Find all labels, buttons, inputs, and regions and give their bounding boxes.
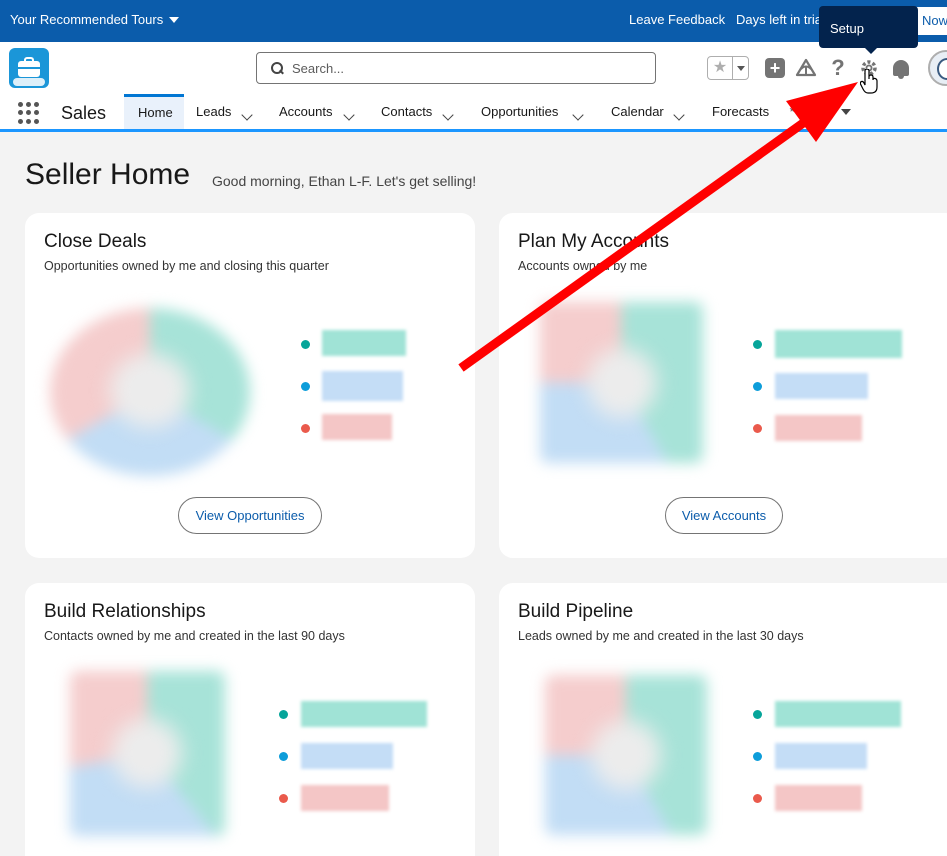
donut-hole xyxy=(587,348,657,418)
card-subtitle: Opportunities owned by me and closing th… xyxy=(44,259,329,273)
legend-bar-red xyxy=(322,414,392,440)
tab-more[interactable]: * More xyxy=(789,94,849,129)
search-icon xyxy=(271,62,283,74)
tab-opportunities-label: Opportunities xyxy=(481,104,559,119)
salesforce-logo[interactable] xyxy=(9,48,49,88)
notifications-button[interactable] xyxy=(889,56,913,80)
trial-days-text: Days left in trial xyxy=(736,12,825,27)
opportunities-chevron-down-icon[interactable] xyxy=(572,107,584,122)
briefcase-band xyxy=(18,67,40,69)
notifications-bell-icon xyxy=(893,60,909,79)
favorites-dropdown-icon[interactable] xyxy=(732,57,748,79)
tab-home[interactable]: Home xyxy=(124,94,184,129)
app-launcher-icon[interactable] xyxy=(18,102,40,124)
legend-dot-blue xyxy=(301,382,310,391)
tab-contacts[interactable]: Contacts xyxy=(381,94,463,129)
leads-chevron-down-icon[interactable] xyxy=(241,107,253,122)
tab-calendar[interactable]: Calendar xyxy=(611,94,693,129)
card-title: Build Relationships xyxy=(44,601,206,622)
legend-dot-teal xyxy=(753,710,762,719)
legend-dot-red xyxy=(753,424,762,433)
help-button[interactable]: ? xyxy=(826,55,850,80)
card-title: Plan My Accounts xyxy=(518,231,670,252)
briefcase-body xyxy=(18,61,40,77)
page-title: Seller Home xyxy=(25,158,191,191)
user-avatar[interactable] xyxy=(928,50,947,86)
hand-cursor-icon xyxy=(860,69,878,94)
tab-calendar-label: Calendar xyxy=(611,104,664,119)
legend-bar-blue xyxy=(322,371,403,401)
legend-dot-red xyxy=(753,794,762,803)
tab-leads-label: Leads xyxy=(196,104,232,119)
setup-tooltip: Setup xyxy=(819,6,918,54)
tab-leads[interactable]: Leads xyxy=(196,94,262,129)
donut-hole xyxy=(110,353,190,428)
card-title: Close Deals xyxy=(44,231,147,252)
calendar-chevron-down-icon[interactable] xyxy=(673,107,685,122)
caret-down-icon xyxy=(169,16,180,23)
contacts-chevron-down-icon[interactable] xyxy=(442,107,454,122)
cloud-icon xyxy=(13,78,45,86)
card-subtitle: Leads owned by me and created in the las… xyxy=(518,629,804,643)
tab-forecasts-label: Forecasts xyxy=(712,104,770,119)
legend-bar-teal xyxy=(322,330,406,356)
card-subtitle: Contacts owned by me and created in the … xyxy=(44,629,345,643)
legend-dot-red xyxy=(301,424,310,433)
app-name: Sales xyxy=(61,103,107,123)
card-close-deals: Close Deals Opportunities owned by me an… xyxy=(25,213,475,558)
view-accounts-button[interactable]: View Accounts xyxy=(665,497,783,534)
donut-hole xyxy=(112,718,182,788)
tab-contacts-label: Contacts xyxy=(381,104,433,119)
legend-dot-red xyxy=(279,794,288,803)
global-header: ★ + ? xyxy=(0,42,947,94)
global-actions-button[interactable]: + xyxy=(763,56,787,80)
legend-dot-blue xyxy=(279,752,288,761)
legend-bar-teal xyxy=(775,701,901,727)
legend-dot-teal xyxy=(301,340,310,349)
global-search-box[interactable] xyxy=(256,52,656,84)
recommended-tours-menu[interactable]: Your Recommended Tours xyxy=(10,12,180,27)
donut-hole xyxy=(591,720,661,790)
plus-icon: + xyxy=(765,58,785,78)
app-navigation-bar: Sales Home Leads Accounts Contacts Oppor… xyxy=(0,94,947,132)
view-opportunities-button[interactable]: View Opportunities xyxy=(178,497,322,534)
tab-forecasts[interactable]: Forecasts xyxy=(712,94,780,129)
top-utility-bar: Your Recommended Tours Leave Feedback Da… xyxy=(0,0,947,42)
legend-bar-red xyxy=(301,785,389,811)
legend-bar-teal xyxy=(301,701,427,727)
tab-opportunities[interactable]: Opportunities xyxy=(481,94,593,129)
legend-bar-blue xyxy=(301,743,393,769)
favorites-control[interactable]: ★ xyxy=(707,56,749,80)
legend-dot-teal xyxy=(279,710,288,719)
accounts-chevron-down-icon[interactable] xyxy=(343,107,355,122)
more-caret-down-icon[interactable] xyxy=(841,109,851,115)
card-title: Build Pipeline xyxy=(518,601,634,622)
card-plan-my-accounts: Plan My Accounts Accounts owned by me Vi… xyxy=(499,213,947,558)
card-subtitle: Accounts owned by me xyxy=(518,259,648,273)
recommended-tours-label: Your Recommended Tours xyxy=(10,12,164,27)
legend-bar-blue xyxy=(775,743,867,769)
tab-more-label: * More xyxy=(789,104,828,119)
astro-avatar-icon xyxy=(937,58,947,80)
card-build-relationships: Build Relationships Contacts owned by me… xyxy=(25,583,475,856)
global-search-input[interactable] xyxy=(292,60,622,76)
legend-bar-teal xyxy=(775,330,902,358)
trailhead-button[interactable] xyxy=(794,56,818,80)
leave-feedback-link[interactable]: Leave Feedback xyxy=(629,12,725,27)
legend-dot-blue xyxy=(753,382,762,391)
favorites-star-icon[interactable]: ★ xyxy=(708,57,732,79)
legend-dot-teal xyxy=(753,340,762,349)
tab-accounts[interactable]: Accounts xyxy=(279,94,363,129)
legend-bar-red xyxy=(775,415,862,441)
greeting-text: Good morning, Ethan L-F. Let's get selli… xyxy=(212,173,477,189)
trailhead-icon xyxy=(795,58,817,77)
legend-bar-red xyxy=(775,785,862,811)
card-build-pipeline: Build Pipeline Leads owned by me and cre… xyxy=(499,583,947,856)
tab-accounts-label: Accounts xyxy=(279,104,333,119)
legend-dot-blue xyxy=(753,752,762,761)
legend-bar-blue xyxy=(775,373,868,399)
tab-home-label: Home xyxy=(138,104,173,120)
help-icon: ? xyxy=(831,55,845,80)
